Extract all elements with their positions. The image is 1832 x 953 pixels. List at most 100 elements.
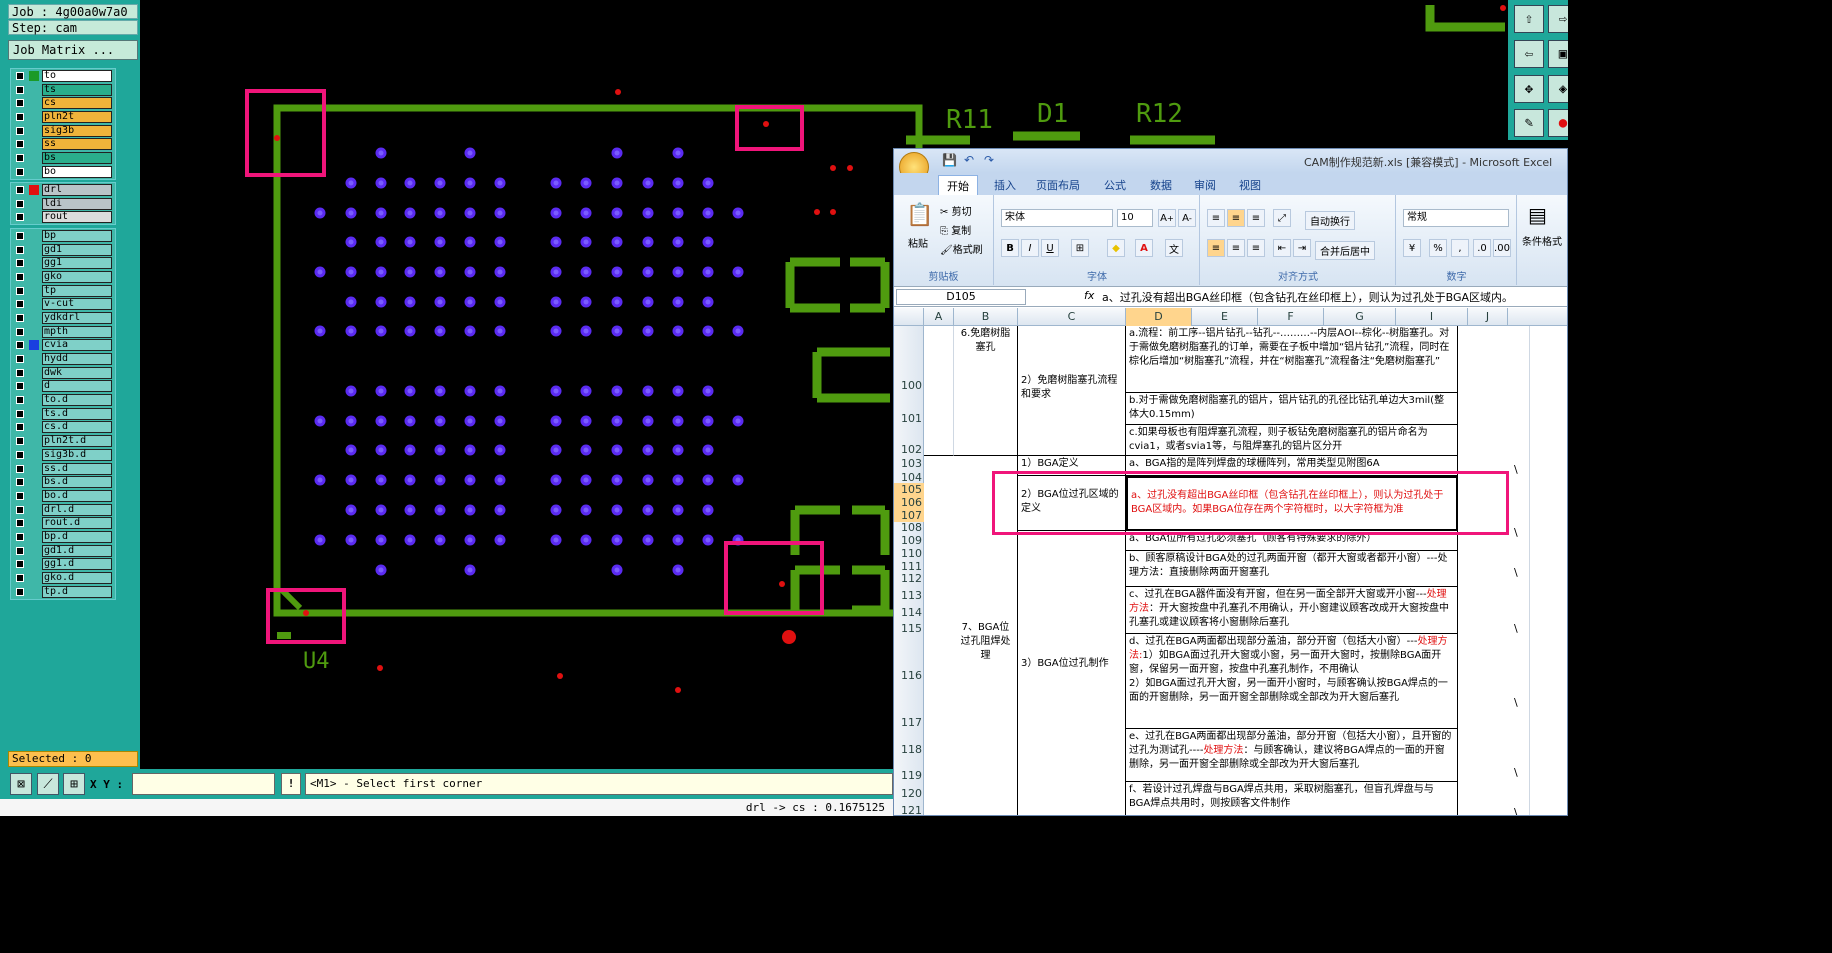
- layer-name[interactable]: pln2t: [42, 110, 112, 123]
- layer-name[interactable]: sig3b: [42, 124, 112, 137]
- layer-row-bp[interactable]: bp: [11, 229, 115, 243]
- cell-a[interactable]: [924, 326, 954, 456]
- cell-d-113[interactable]: c、过孔在BGA器件面没有开窗，但在另一面全部开大窗或开小窗---处理方法：开大…: [1126, 587, 1458, 634]
- ribbon-tab[interactable]: 页面布局: [1036, 177, 1080, 193]
- layer-row-gd1[interactable]: gd1: [11, 243, 115, 257]
- phonetic-button[interactable]: 文: [1165, 239, 1183, 257]
- underline-button[interactable]: U: [1041, 239, 1059, 257]
- layer-checkbox[interactable]: [16, 382, 24, 391]
- layer-name[interactable]: gd1: [42, 243, 112, 256]
- layer-row-rout[interactable]: rout: [11, 210, 115, 224]
- layer-row-cvia[interactable]: cvia: [11, 339, 115, 353]
- layer-name[interactable]: v-cut: [42, 298, 112, 311]
- fx-icon[interactable]: fx: [1084, 289, 1094, 302]
- cell-j-column[interactable]: [1530, 326, 1567, 815]
- layer-checkbox[interactable]: [16, 71, 24, 80]
- layer-name[interactable]: bp: [42, 229, 112, 242]
- decrease-decimal-button[interactable]: .00: [1493, 239, 1511, 257]
- cell-d-101[interactable]: b.对于需做免磨树脂塞孔的铝片，铝片钻孔的孔径比钻孔单边大3mil(整体大0.1…: [1126, 393, 1458, 425]
- font-size-select[interactable]: 10: [1117, 209, 1153, 227]
- column-header[interactable]: C: [1018, 308, 1126, 326]
- name-box[interactable]: D105: [896, 289, 1026, 305]
- align-left-button[interactable]: ≡: [1207, 239, 1225, 257]
- ribbon-tab[interactable]: 数据: [1150, 177, 1172, 193]
- layer-checkbox[interactable]: [16, 478, 24, 487]
- column-header[interactable]: F: [1258, 308, 1324, 326]
- layer-name[interactable]: drl.d: [42, 503, 112, 516]
- layer-row-ss.d[interactable]: ss.d: [11, 462, 115, 476]
- layer-checkbox[interactable]: [16, 286, 24, 295]
- cut-button[interactable]: ✂ 剪切: [940, 203, 972, 218]
- row-header[interactable]: 118: [894, 743, 924, 756]
- select-all-corner[interactable]: [894, 308, 924, 326]
- row-header[interactable]: 100: [894, 379, 924, 392]
- layer-checkbox[interactable]: [16, 85, 24, 94]
- layer-checkbox[interactable]: [16, 341, 24, 350]
- row-header[interactable]: 112: [894, 572, 924, 585]
- cell-c-mid[interactable]: 3）BGA位过孔制作: [1018, 531, 1126, 815]
- layer-name[interactable]: gd1.d: [42, 544, 112, 557]
- layer-row-tp.d[interactable]: tp.d: [11, 585, 115, 599]
- layer-row-ydkdrl[interactable]: ydkdrl: [11, 311, 115, 325]
- layer-name[interactable]: ldi: [42, 197, 112, 210]
- layer-checkbox[interactable]: [16, 272, 24, 281]
- layer-row-ts[interactable]: ts: [11, 83, 115, 97]
- layer-name[interactable]: dwk: [42, 366, 112, 379]
- layer-row-bs.d[interactable]: bs.d: [11, 475, 115, 489]
- layer-row-ss[interactable]: ss: [11, 137, 115, 151]
- ribbon-tab[interactable]: 审阅: [1194, 177, 1216, 193]
- layer-checkbox[interactable]: [16, 546, 24, 555]
- layer-name[interactable]: gko.d: [42, 572, 112, 585]
- align-right-button[interactable]: ≡: [1247, 239, 1265, 257]
- format-painter-button[interactable]: 🖌格式刷: [940, 241, 983, 256]
- grow-font-button[interactable]: A +: [1158, 209, 1176, 227]
- cell-d-102[interactable]: c.如果母板也有阻焊塞孔流程，则子板钻免磨树脂塞孔的铝片命名为cvia1，或者s…: [1126, 425, 1458, 456]
- percent-button[interactable]: %: [1429, 239, 1447, 257]
- layer-name[interactable]: d: [42, 380, 112, 393]
- cell-i-column[interactable]: [1458, 326, 1530, 815]
- ribbon-tab[interactable]: 视图: [1239, 177, 1261, 193]
- layer-checkbox[interactable]: [16, 140, 24, 149]
- layer-name[interactable]: sig3b.d: [42, 448, 112, 461]
- measure-button[interactable]: ⟋: [37, 773, 59, 795]
- row-header[interactable]: 101: [894, 412, 924, 425]
- increase-indent-button[interactable]: ⇥: [1293, 239, 1311, 257]
- column-header[interactable]: I: [1396, 308, 1468, 326]
- layer-row-to.d[interactable]: to.d: [11, 393, 115, 407]
- cell-b-top[interactable]: 6.免磨树脂塞孔: [954, 326, 1018, 456]
- layer-name[interactable]: ts: [42, 83, 112, 96]
- layer-name[interactable]: cvia: [42, 339, 112, 352]
- layer-row-bs[interactable]: bs: [11, 151, 115, 165]
- grid-button[interactable]: ⊞: [63, 773, 85, 795]
- layer-row-rout.d[interactable]: rout.d: [11, 516, 115, 530]
- row-header[interactable]: 113: [894, 589, 924, 602]
- cell-d-100[interactable]: a.流程：前工序--铝片钻孔--钻孔--………--内层AOI--棕化--树脂塞孔…: [1126, 326, 1458, 393]
- increase-decimal-button[interactable]: .0: [1473, 239, 1491, 257]
- layer-name[interactable]: bo: [42, 165, 112, 178]
- layer-row-gg1.d[interactable]: gg1.d: [11, 558, 115, 572]
- column-header[interactable]: G: [1324, 308, 1396, 326]
- pan-button[interactable]: ◈: [1548, 75, 1568, 103]
- layer-checkbox[interactable]: [16, 423, 24, 432]
- layer-checkbox[interactable]: [16, 450, 24, 459]
- layer-checkbox[interactable]: [16, 368, 24, 377]
- row-header[interactable]: 119: [894, 769, 924, 782]
- layer-checkbox[interactable]: [16, 560, 24, 569]
- layer-name[interactable]: bp.d: [42, 530, 112, 543]
- snap-button[interactable]: ✎: [1514, 109, 1544, 137]
- zoom-fit-button[interactable]: ✥: [1514, 75, 1544, 103]
- xy-input[interactable]: [132, 773, 275, 795]
- column-header[interactable]: A: [924, 308, 954, 326]
- layer-name[interactable]: ss.d: [42, 462, 112, 475]
- view-top-button[interactable]: ⇧: [1514, 5, 1544, 33]
- layer-checkbox[interactable]: [16, 313, 24, 322]
- layer-checkbox[interactable]: [16, 491, 24, 500]
- fill-color-button[interactable]: ◆: [1107, 239, 1125, 257]
- layer-row-gd1.d[interactable]: gd1.d: [11, 544, 115, 558]
- layer-row-pln2t.d[interactable]: pln2t.d: [11, 434, 115, 448]
- layer-checkbox[interactable]: [16, 199, 24, 208]
- column-header[interactable]: E: [1192, 308, 1258, 326]
- ribbon-tab[interactable]: 插入: [994, 177, 1016, 193]
- row-header[interactable]: 117: [894, 716, 924, 729]
- font-name-select[interactable]: 宋体: [1001, 209, 1113, 227]
